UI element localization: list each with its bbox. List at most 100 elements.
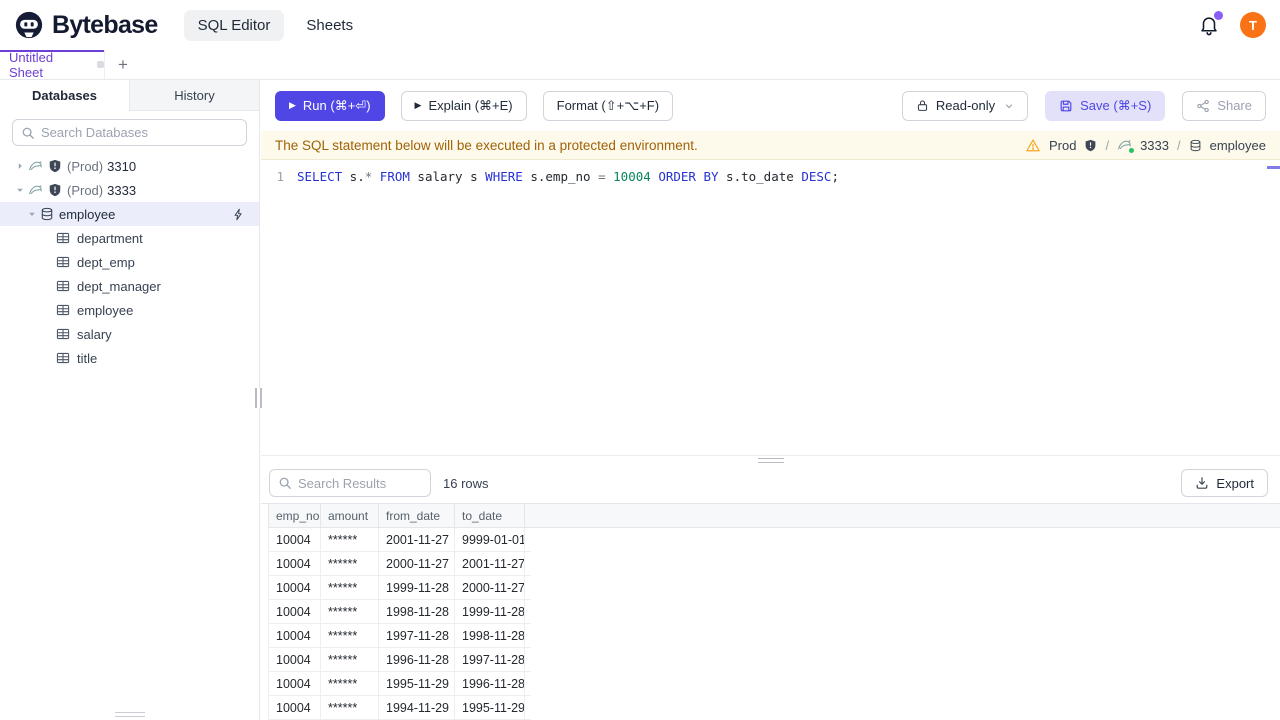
cell: ****** [321,648,379,671]
column-header[interactable]: amount [321,504,379,527]
breadcrumb-instance[interactable]: 3333 [1140,138,1169,153]
lightning-icon[interactable] [232,208,245,221]
export-button[interactable]: Export [1181,469,1268,497]
tree-database-employee[interactable]: employee [0,202,259,226]
protected-environment-banner: The SQL statement below will be executed… [261,131,1280,160]
results-search[interactable] [269,469,474,497]
table-name: employee [77,302,134,318]
table-list: department dept_emp dept_manager employe… [0,226,259,370]
table-row[interactable]: 10004 ****** 1998-11-28 1999-11-28 [268,600,531,624]
env-label: (Prod) [67,158,104,174]
sidebar-table-item[interactable]: dept_emp [0,250,259,274]
table-row[interactable]: 10004 ****** 1997-11-28 1998-11-28 [268,624,531,648]
shield-icon [48,159,62,173]
sql-editor[interactable]: 1 SELECT s.* FROM salary s WHERE s.emp_n… [261,160,1280,455]
tree-instance-3310[interactable]: (Prod) 3310 [0,154,259,178]
readonly-mode-select[interactable]: Read-only [901,90,1029,121]
column-header[interactable]: to_date [455,504,525,527]
shield-icon [1084,139,1097,152]
format-button[interactable]: Format (⇧+⌥+F) [542,90,674,121]
nav-sql-editor[interactable]: SQL Editor [183,9,285,41]
cell: 10004 [269,552,321,575]
sidebar-table-item[interactable]: salary [0,322,259,346]
editor-toolbar: ▶ Run (⌘+⏎) ▶ Explain (⌘+E) Format (⇧+⌥+… [261,80,1280,131]
database-search[interactable] [12,119,247,146]
env-badge[interactable]: Prod [1049,138,1076,153]
cell: 1996-11-28 [379,648,455,671]
format-label: Format (⇧+⌥+F) [556,97,660,113]
sidebar-table-item[interactable]: title [0,346,259,370]
table-row[interactable]: 10004 ****** 1994-11-29 1995-11-29 [268,696,531,720]
connection-breadcrumb: Prod / 3333 / employee [1025,138,1266,153]
avatar[interactable]: T [1240,12,1266,38]
nav-sheets[interactable]: Sheets [292,10,367,41]
table-icon [56,231,70,245]
row-count: 16 rows [443,475,489,491]
banner-message: The SQL statement below will be executed… [275,137,698,153]
breadcrumb-database[interactable]: employee [1210,138,1266,153]
drag-handle[interactable] [757,458,784,463]
warning-icon [1025,138,1041,153]
cell: 10004 [269,528,321,551]
sidebar-tabs: Databases History [0,80,259,111]
table-row[interactable]: 10004 ****** 1996-11-28 1997-11-28 [268,648,531,672]
share-button[interactable]: Share [1182,90,1266,121]
panel-resize-handle-vertical[interactable] [255,388,262,408]
chevron-down-icon[interactable] [12,185,28,195]
database-search-input[interactable] [41,125,238,140]
cell: 2000-11-27 [379,552,455,575]
sql-code-line: SELECT s.* FROM salary s WHERE s.emp_no … [297,169,839,184]
cell: 10004 [269,672,321,695]
results-controls: 16 rows Export [261,463,1280,503]
notification-bell-icon[interactable] [1198,11,1223,37]
database-icon [1189,139,1202,152]
cell: ****** [321,696,379,719]
add-sheet-button[interactable]: + [105,50,141,79]
save-button[interactable]: Save (⌘+S) [1045,90,1166,121]
database-name: employee [59,206,116,222]
run-button[interactable]: ▶ Run (⌘+⏎) [275,90,385,121]
app-header: Bytebase SQL Editor Sheets T [0,0,1280,50]
instance-name: 3333 [107,182,137,198]
cell: 1998-11-28 [455,624,525,647]
share-icon [1196,99,1210,113]
chevron-down-icon[interactable] [24,209,40,219]
instance-name: 3310 [107,158,137,174]
table-name: salary [77,326,112,342]
tab-history[interactable]: History [129,80,259,111]
sidebar-table-item[interactable]: employee [0,298,259,322]
shield-icon [48,183,62,197]
table-icon [56,303,70,317]
explain-button[interactable]: ▶ Explain (⌘+E) [400,90,527,121]
tab-databases[interactable]: Databases [0,80,129,111]
sidebar-table-item[interactable]: dept_manager [0,274,259,298]
cell: 1995-11-29 [379,672,455,695]
sidebar-table-item[interactable]: department [0,226,259,250]
table-row[interactable]: 10004 ****** 2000-11-27 2001-11-27 [268,552,531,576]
breadcrumb-separator: / [1177,137,1181,153]
table-row[interactable]: 10004 ****** 2001-11-27 9999-01-01 [268,528,531,552]
main-panel: ▶ Run (⌘+⏎) ▶ Explain (⌘+E) Format (⇧+⌥+… [261,80,1280,720]
cell: 10004 [269,624,321,647]
table-row[interactable]: 10004 ****** 1995-11-29 1996-11-28 [268,672,531,696]
tree-instance-3333[interactable]: (Prod) 3333 [0,178,259,202]
table-icon [56,279,70,293]
tab-untitled-sheet[interactable]: Untitled Sheet [0,49,105,80]
results-body: 10004 ****** 2001-11-27 9999-01-01 10004 ****… [261,528,1280,720]
cell: 2001-11-27 [379,528,455,551]
table-name: department [77,230,143,246]
cell: 9999-01-01 [455,528,525,551]
column-header[interactable]: emp_no [269,504,321,527]
cell: 10004 [269,696,321,719]
sidebar-resize-handle[interactable] [115,712,145,717]
table-icon [56,255,70,269]
panel-resize-handle-horizontal[interactable] [261,455,1280,463]
sheet-tab-label: Untitled Sheet [9,49,54,80]
cell: 2000-11-27 [455,576,525,599]
brand[interactable]: Bytebase [14,10,158,40]
cell: ****** [321,624,379,647]
database-icon [40,207,54,221]
column-header[interactable]: from_date [379,504,455,527]
table-row[interactable]: 10004 ****** 1999-11-28 2000-11-27 [268,576,531,600]
chevron-right-icon[interactable] [12,161,28,171]
